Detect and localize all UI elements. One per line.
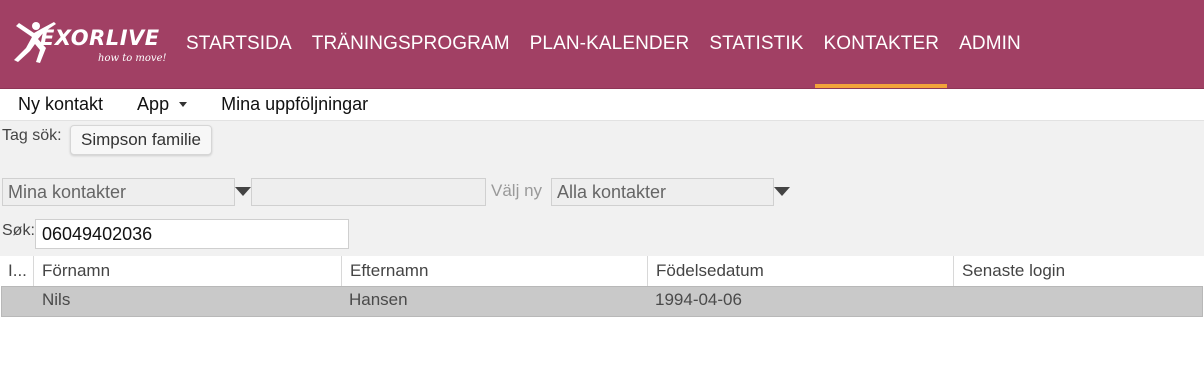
brand-name: EXORLIVE [40,26,160,50]
brand-tagline: how to move! [98,53,167,64]
nav-kontakter[interactable]: KONTAKTER [813,0,949,88]
new-contact-button[interactable]: Ny kontakt [18,94,103,115]
column-header-last-name[interactable]: Efternamn [341,256,647,286]
contacts-dropdown-arrow-icon[interactable] [235,187,251,196]
column-header-first-name[interactable]: Förnamn [33,256,341,286]
followups-button[interactable]: Mina uppföljningar [221,94,368,115]
group-input[interactable] [251,178,486,206]
app-menu-label: App [137,93,170,114]
nav-plan-kalender[interactable]: PLAN-KALENDER [520,0,700,88]
main-nav: STARTSIDA TRÄNINGSPROGRAM PLAN-KALENDER … [176,0,1031,88]
column-header-icon[interactable]: I... [0,256,33,286]
cell-last-login [953,287,1203,316]
table-header: I... Förnamn Efternamn Födelsedatum Sena… [0,256,1204,286]
cell-first-name: Nils [42,290,71,309]
nav-traningsprogram[interactable]: TRÄNINGSPROGRAM [302,0,520,88]
all-contacts-select[interactable]: Alla kontakter [551,178,774,206]
search-input[interactable]: 06049402036 [35,219,349,249]
cell-last-name: Hansen [349,290,408,309]
exorlive-logo[interactable]: EXORLIVE how to move! [10,20,172,70]
sub-toolbar: Ny kontakt App Mina uppföljningar [0,88,1204,121]
all-contacts-dropdown-arrow-icon[interactable] [774,187,790,196]
nav-statistik[interactable]: STATISTIK [699,0,813,88]
chevron-down-icon [179,101,188,107]
table-row[interactable]: Nils Hansen 1994-04-06 [1,286,1203,317]
filter-panel: Tag sök: Simpson familie Mina kontakter … [0,121,1204,256]
tag-chip[interactable]: Simpson familie [70,125,212,155]
contacts-select[interactable]: Mina kontakter [2,178,235,206]
cell-birth-date: 1994-04-06 [655,290,742,309]
choose-new-label: Välj ny [491,181,543,200]
top-navigation-bar: EXORLIVE how to move! STARTSIDA TRÄNINGS… [0,0,1204,89]
column-header-birth-date[interactable]: Födelsedatum [647,256,953,286]
tag-search-label: Tag sök: [2,127,62,144]
search-label: Søk: [2,222,35,239]
column-header-last-login[interactable]: Senaste login [953,256,1204,286]
app-menu[interactable]: App [137,93,188,115]
nav-startsida[interactable]: STARTSIDA [176,0,302,88]
nav-admin[interactable]: ADMIN [949,0,1031,88]
